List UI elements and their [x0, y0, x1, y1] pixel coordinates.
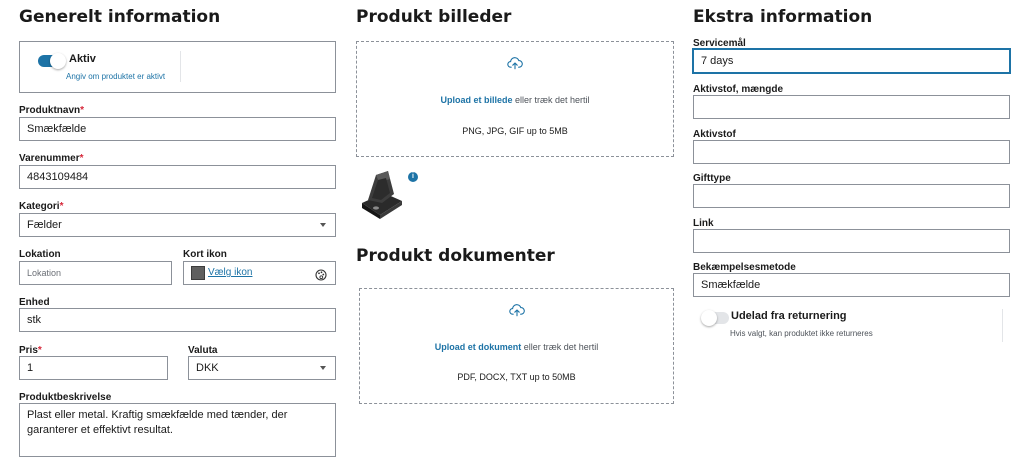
palette-icon[interactable] — [315, 267, 327, 284]
item-number-label-text: Varenummer — [19, 153, 80, 164]
price-label: Pris* — [19, 345, 42, 356]
unit-label: Enhed — [19, 297, 50, 308]
item-number-label: Varenummer* — [19, 153, 84, 164]
toggle-divider — [1002, 309, 1003, 342]
category-select-value: Fælder — [27, 219, 62, 231]
active-switch[interactable] — [38, 53, 66, 69]
product-thumbnail[interactable] — [358, 168, 408, 225]
unit-input[interactable]: stk — [19, 308, 336, 332]
required-mark: * — [59, 201, 64, 212]
document-dropzone[interactable]: Upload et dokument eller træk det hertil… — [359, 288, 674, 404]
currency-label: Valuta — [188, 345, 218, 356]
active-toggle-card: Aktiv Angiv om produktet er aktivt — [19, 41, 336, 93]
active-substance-input[interactable] — [693, 140, 1010, 164]
choose-icon-link[interactable]: Vælg ikon — [208, 262, 252, 284]
image-upload-line: Upload et billede eller træk det hertil — [357, 95, 673, 105]
image-format-hint: PNG, JPG, GIF up to 5MB — [462, 126, 568, 136]
required-mark: * — [37, 345, 42, 356]
extra-title: Ekstra information — [693, 7, 873, 27]
required-mark: * — [80, 105, 85, 116]
active-toggle-label: Aktiv — [69, 53, 96, 65]
active-substance-label: Aktivstof — [693, 129, 736, 140]
switch-knob — [50, 53, 66, 69]
general-title: Generelt information — [19, 7, 221, 27]
price-label-text: Pris — [19, 345, 38, 356]
image-dropzone[interactable]: Upload et billede eller træk det hertil … — [356, 41, 674, 157]
upload-drag-text: eller træk det hertil — [512, 95, 590, 105]
service-goal-input[interactable]: 7 days — [693, 49, 1010, 73]
map-icon-picker[interactable]: Vælg ikon — [183, 261, 336, 285]
product-name-input[interactable]: Smækfælde — [19, 117, 336, 141]
upload-drag-text: eller træk det hertil — [521, 342, 599, 352]
chevron-down-icon — [320, 223, 326, 227]
exclude-returns-label: Udelad fra returnering — [731, 310, 847, 322]
control-method-input[interactable]: Smækfælde — [693, 273, 1010, 297]
service-goal-label: Servicemål — [693, 38, 746, 49]
description-textarea[interactable]: Plast eller metal. Kraftig smækfælde med… — [19, 403, 336, 457]
document-format-hint: PDF, DOCX, TXT up to 50MB — [457, 372, 576, 382]
upload-document-link[interactable]: Upload et dokument — [435, 342, 522, 352]
icon-swatch — [191, 266, 205, 280]
map-icon-label: Kort ikon — [183, 249, 227, 260]
location-input[interactable]: Lokation — [19, 261, 172, 285]
images-title: Produkt billeder — [356, 7, 512, 27]
category-label: Kategori* — [19, 201, 63, 212]
switch-knob — [701, 310, 717, 326]
product-name-label: Produktnavn* — [19, 105, 84, 116]
documents-title: Produkt dokumenter — [356, 246, 555, 266]
upload-image-link[interactable]: Upload et billede — [440, 95, 512, 105]
toggle-divider — [180, 51, 181, 82]
chevron-down-icon — [320, 366, 326, 370]
poison-type-input[interactable] — [693, 184, 1010, 208]
active-amount-label: Aktivstof, mængde — [693, 84, 784, 95]
control-method-label: Bekæmpelsesmetode — [693, 262, 796, 273]
required-mark: * — [79, 153, 84, 164]
description-label: Produktbeskrivelse — [19, 392, 112, 403]
category-label-text: Kategori — [19, 201, 60, 212]
exclude-returns-hint: Hvis valgt, kan produktet ikke returnere… — [730, 329, 873, 338]
item-number-input[interactable]: 4843109484 — [19, 165, 336, 189]
currency-select-value: DKK — [196, 362, 219, 374]
product-name-label-text: Produktnavn — [19, 105, 81, 116]
location-label: Lokation — [19, 249, 61, 260]
link-input[interactable] — [693, 229, 1010, 253]
document-upload-line: Upload et dokument eller træk det hertil — [360, 342, 673, 352]
category-select[interactable]: Fælder — [19, 213, 336, 237]
price-input[interactable]: 1 — [19, 356, 168, 380]
link-label: Link — [693, 218, 714, 229]
poison-type-label: Gifttype — [693, 173, 731, 184]
active-amount-input[interactable] — [693, 95, 1010, 119]
currency-select[interactable]: DKK — [188, 356, 336, 380]
cloud-upload-icon — [507, 56, 523, 75]
info-icon[interactable]: i — [408, 172, 418, 182]
cloud-upload-icon — [508, 303, 525, 322]
exclude-returns-switch[interactable] — [701, 310, 729, 326]
active-toggle-hint: Angiv om produktet er aktivt — [66, 72, 166, 81]
